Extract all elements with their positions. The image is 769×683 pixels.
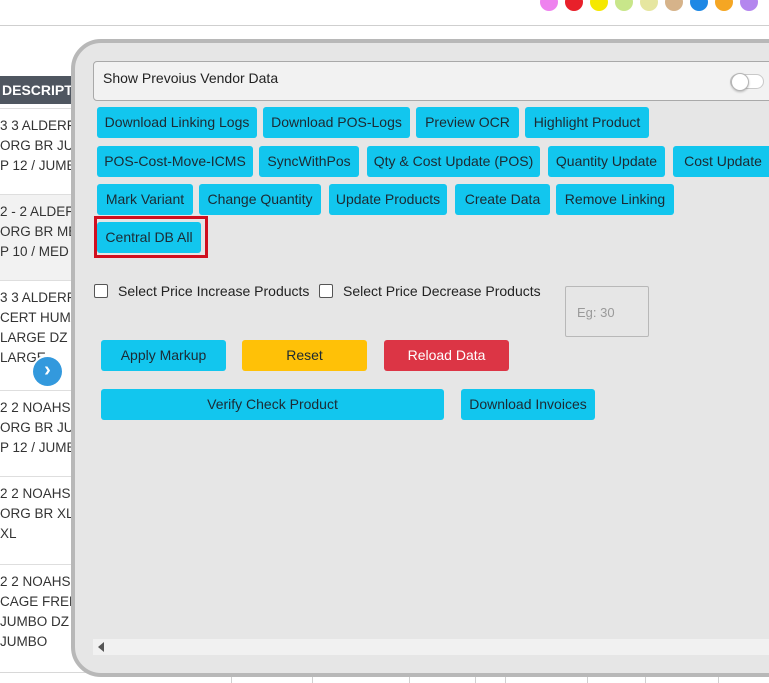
sync-with-pos-button[interactable]: SyncWithPos [259, 146, 359, 177]
previous-vendor-label: Show Prevoius Vendor Data [103, 70, 279, 86]
reload-data-button[interactable]: Reload Data [384, 340, 509, 371]
download-linking-logs-button[interactable]: Download Linking Logs [97, 107, 257, 138]
color-swatch[interactable] [640, 0, 658, 11]
app-root: DESCRIPTIC 3 3 ALDERFI ORG BR JUI P 12 /… [0, 0, 769, 683]
color-swatch[interactable] [715, 0, 733, 11]
reset-button[interactable]: Reset [242, 340, 367, 371]
apply-markup-button[interactable]: Apply Markup [101, 340, 226, 371]
color-swatch[interactable] [740, 0, 758, 11]
download-invoices-button[interactable]: Download Invoices [461, 389, 595, 420]
markup-input[interactable]: Eg: 30 [565, 286, 649, 337]
price-decrease-checkbox[interactable] [319, 284, 333, 298]
remove-linking-button[interactable]: Remove Linking [556, 184, 674, 215]
toggle-knob [731, 73, 749, 91]
chevron-right-icon[interactable]: › [33, 357, 62, 386]
color-swatch[interactable] [690, 0, 708, 11]
verify-check-product-button[interactable]: Verify Check Product [101, 389, 444, 420]
color-swatch[interactable] [565, 0, 583, 11]
qty-cost-update-pos-button[interactable]: Qty & Cost Update (POS) [367, 146, 540, 177]
price-decrease-option[interactable]: Select Price Decrease Products [319, 283, 541, 299]
header-divider [0, 25, 769, 26]
color-swatch[interactable] [590, 0, 608, 11]
previous-vendor-toggle-row: Show Prevoius Vendor Data [93, 61, 769, 101]
price-increase-option[interactable]: Select Price Increase Products [94, 283, 309, 299]
pos-cost-move-icms-button[interactable]: POS-Cost-Move-ICMS [97, 146, 253, 177]
color-swatches [540, 0, 758, 11]
color-swatch[interactable] [615, 0, 633, 11]
price-increase-label: Select Price Increase Products [118, 283, 310, 299]
color-swatch[interactable] [540, 0, 558, 11]
price-decrease-label: Select Price Decrease Products [343, 283, 541, 299]
create-data-button[interactable]: Create Data [455, 184, 550, 215]
scroll-left-arrow-icon[interactable] [98, 642, 104, 652]
highlight-product-button[interactable]: Highlight Product [525, 107, 649, 138]
preview-ocr-button[interactable]: Preview OCR [416, 107, 519, 138]
horizontal-scrollbar[interactable] [93, 639, 769, 655]
mark-variant-button[interactable]: Mark Variant [97, 184, 193, 215]
change-quantity-button[interactable]: Change Quantity [199, 184, 321, 215]
color-swatch[interactable] [665, 0, 683, 11]
download-pos-logs-button[interactable]: Download POS-Logs [263, 107, 410, 138]
vendor-actions-panel: Show Prevoius Vendor Data Download Linki… [71, 39, 769, 677]
previous-vendor-toggle[interactable] [730, 73, 764, 91]
update-products-button[interactable]: Update Products [329, 184, 447, 215]
central-db-all-button[interactable]: Central DB All [97, 222, 201, 253]
quantity-update-button[interactable]: Quantity Update [548, 146, 665, 177]
cost-update-button[interactable]: Cost Update [673, 146, 769, 177]
price-increase-checkbox[interactable] [94, 284, 108, 298]
